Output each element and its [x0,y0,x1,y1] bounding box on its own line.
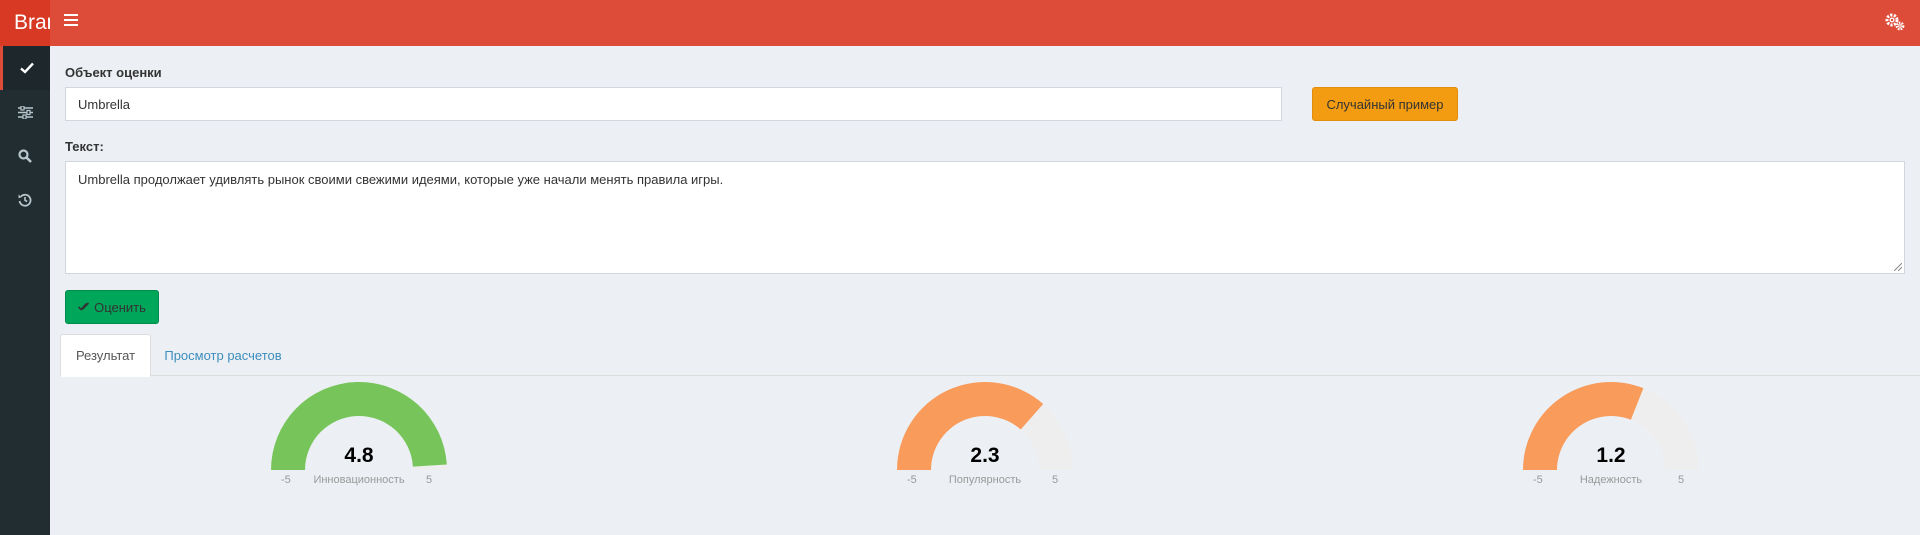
gears-icon[interactable] [1884,12,1906,32]
tab-result-label: Результат [75,348,136,363]
random-example-button[interactable]: Случайный пример [1312,87,1458,121]
brand-logo[interactable]: Brand [0,0,50,46]
gauge-max: 5 [1052,474,1059,486]
text-label: Текст: [65,139,104,154]
result-tabs: Результат Просмотр расчетов [60,334,1920,377]
text-area[interactable]: Umbrella продолжает удивлять рынок своим… [65,161,1905,274]
object-input[interactable]: Umbrella [65,87,1282,121]
double-check-icon [78,302,90,311]
sidebar-item-evaluate[interactable] [0,46,50,90]
sliders-icon [17,105,33,119]
sidebar-item-search[interactable] [0,134,50,178]
gauge-reliability: 1.2 -5 Надежность 5 [1511,382,1711,492]
gauge-max: 5 [426,474,433,486]
history-icon [18,193,32,207]
search-icon [18,149,32,163]
tab-result[interactable]: Результат [60,334,151,377]
top-header: Brand [0,0,1920,46]
object-label: Объект оценки [65,65,162,80]
brand-text: Brand [14,11,50,34]
gauge-value: 1.2 [1596,444,1626,467]
gauge-value: 4.8 [344,444,374,467]
tab-calculations-label: Просмотр расчетов [164,347,282,363]
resize-handle-icon[interactable] [1894,263,1902,271]
text-area-value: Umbrella продолжает удивлять рынок своим… [78,172,724,187]
gauge-popularity: 2.3 -5 Популярность 5 [885,382,1085,492]
gauge-max: 5 [1678,474,1685,486]
evaluate-button[interactable]: Оценить [65,290,159,324]
gauge-innovation: 4.8 -5 Инновационность 5 [259,382,459,492]
sidebar [0,46,50,535]
evaluate-label: Оценить [94,299,146,315]
gauge-value: 2.3 [970,444,1000,467]
random-example-label: Случайный пример [1326,96,1444,112]
check-icon [19,62,34,74]
sidebar-item-history[interactable] [0,178,50,222]
hamburger-icon[interactable] [64,14,78,28]
tab-calculations[interactable]: Просмотр расчетов [152,334,294,376]
sidebar-item-settings[interactable] [0,90,50,134]
object-input-value: Umbrella [78,96,131,112]
